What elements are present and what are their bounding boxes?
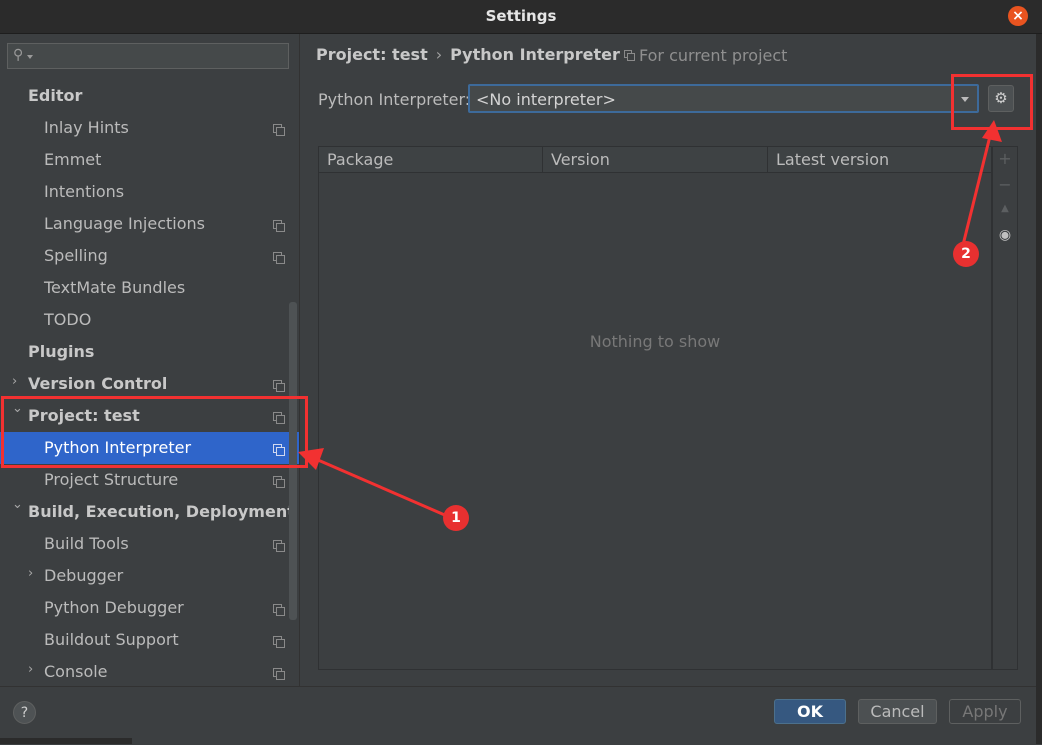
table-header: Package Version Latest version [319,147,991,173]
sidebar-item-buildout-support[interactable]: Buildout Support [0,624,299,656]
project-scope-icon [273,252,285,264]
interpreter-value: <No interpreter> [476,90,616,109]
settings-search-input[interactable]: ⚲ [7,43,289,69]
add-package-button[interactable]: + [993,149,1017,168]
remove-package-button[interactable]: − [993,175,1017,194]
column-header-package[interactable]: Package [327,150,393,169]
window-corner [0,738,132,744]
scope-note: For current project [624,46,787,65]
sidebar-item-plugins[interactable]: Plugins [0,336,299,368]
project-scope-icon [273,636,285,648]
sidebar-item-intentions[interactable]: Intentions [0,176,299,208]
sidebar-item-build-execution-deployment[interactable]: ⌄ Build, Execution, Deployment [0,496,299,528]
project-scope-icon [273,124,285,136]
sidebar-item-label: Build, Execution, Deployment [28,502,295,521]
column-divider[interactable] [542,147,543,172]
project-scope-icon [273,540,285,552]
sidebar-item-label: Buildout Support [44,630,179,649]
show-early-releases-button[interactable]: ◉ [993,227,1017,243]
sidebar-item-label: Editor [28,86,83,105]
ok-button[interactable]: OK [774,699,846,724]
sidebar-item-label: TODO [44,310,92,329]
chevron-right-icon[interactable]: › [12,374,17,389]
breadcrumb-page: Python Interpreter [450,45,620,64]
column-header-version[interactable]: Version [551,150,610,169]
package-toolbar: + − ▲ ◉ [992,146,1018,670]
close-icon: × [1012,8,1024,24]
column-divider[interactable] [767,147,768,172]
eye-icon: ◉ [998,227,1012,243]
sidebar-item-label: Emmet [44,150,102,169]
chevron-right-icon[interactable]: › [28,566,33,581]
breadcrumb: Project: test › Python Interpreter [316,45,620,64]
project-scope-icon [273,380,285,392]
close-button[interactable]: × [1008,6,1028,26]
sidebar-item-label: Language Injections [44,214,205,233]
project-scope-icon [273,220,285,232]
annotation-badge-1: 1 [443,505,469,531]
search-history-dropdown-icon[interactable] [27,55,33,59]
sidebar-item-label: Debugger [44,566,124,585]
upgrade-package-button[interactable]: ▲ [993,203,1017,214]
sidebar-item-console[interactable]: › Console [0,656,299,688]
sidebar-item-label: Console [44,662,108,681]
upgrade-icon: ▲ [1001,203,1009,214]
annotation-badge-2: 2 [953,241,979,267]
settings-content: Project: test › Python Interpreter For cur… [300,34,1036,686]
search-icon: ⚲ [13,47,24,63]
apply-button[interactable]: Apply [949,699,1021,724]
sidebar-item-textmate-bundles[interactable]: TextMate Bundles [0,272,299,304]
sidebar-item-editor[interactable]: Editor [0,80,299,112]
sidebar-item-label: Plugins [28,342,95,361]
sidebar-item-todo[interactable]: TODO [0,304,299,336]
sidebar-item-label: Project Structure [44,470,179,489]
interpreter-dropdown[interactable]: <No interpreter> [468,84,979,113]
sidebar-item-label: Version Control [28,374,168,393]
remove-icon: − [998,175,1012,194]
annotation-box-gear [951,74,1033,130]
chevron-down-icon[interactable]: ⌄ [12,497,23,512]
sidebar-item-debugger[interactable]: › Debugger [0,560,299,592]
sidebar-item-label: Python Debugger [44,598,184,617]
breadcrumb-separator: › [435,45,443,64]
sidebar-item-emmet[interactable]: Emmet [0,144,299,176]
sidebar-item-python-debugger[interactable]: Python Debugger [0,592,299,624]
cancel-button[interactable]: Cancel [858,699,937,724]
add-icon: + [998,149,1012,168]
help-button[interactable]: ? [13,701,36,724]
sidebar-item-spelling[interactable]: Spelling [0,240,299,272]
sidebar-item-project-structure[interactable]: Project Structure [0,464,299,496]
column-header-latest-version[interactable]: Latest version [776,150,889,169]
sidebar-item-label: TextMate Bundles [44,278,186,297]
breadcrumb-project[interactable]: Project: test [316,45,428,64]
project-scope-icon [624,50,635,61]
interpreter-label: Python Interpreter: [318,90,471,109]
help-icon: ? [20,705,29,721]
project-scope-icon [273,476,285,488]
empty-table-text: Nothing to show [589,332,721,351]
project-scope-icon [273,668,285,680]
sidebar-item-inlay-hints[interactable]: Inlay Hints [0,112,299,144]
chevron-right-icon[interactable]: › [28,662,33,677]
project-scope-icon [273,604,285,616]
sidebar-item-build-tools[interactable]: Build Tools [0,528,299,560]
scope-note-text: For current project [639,46,788,65]
sidebar-item-language-injections[interactable]: Language Injections [0,208,299,240]
sidebar-item-label: Build Tools [44,534,129,553]
sidebar-item-label: Intentions [44,182,125,201]
packages-table[interactable]: Package Version Latest version Nothing t… [318,146,992,670]
sidebar-item-label: Spelling [44,246,108,265]
annotation-box-sidebar [1,396,308,468]
window-title: Settings [485,7,557,25]
title-bar: Settings × [0,0,1042,34]
window-edge [1036,34,1042,744]
dialog-button-bar: ? OK Cancel Apply [0,686,1036,745]
settings-sidebar: ⚲ Editor Inlay Hints Emmet Intentions Langua… [0,34,300,686]
sidebar-item-label: Inlay Hints [44,118,129,137]
